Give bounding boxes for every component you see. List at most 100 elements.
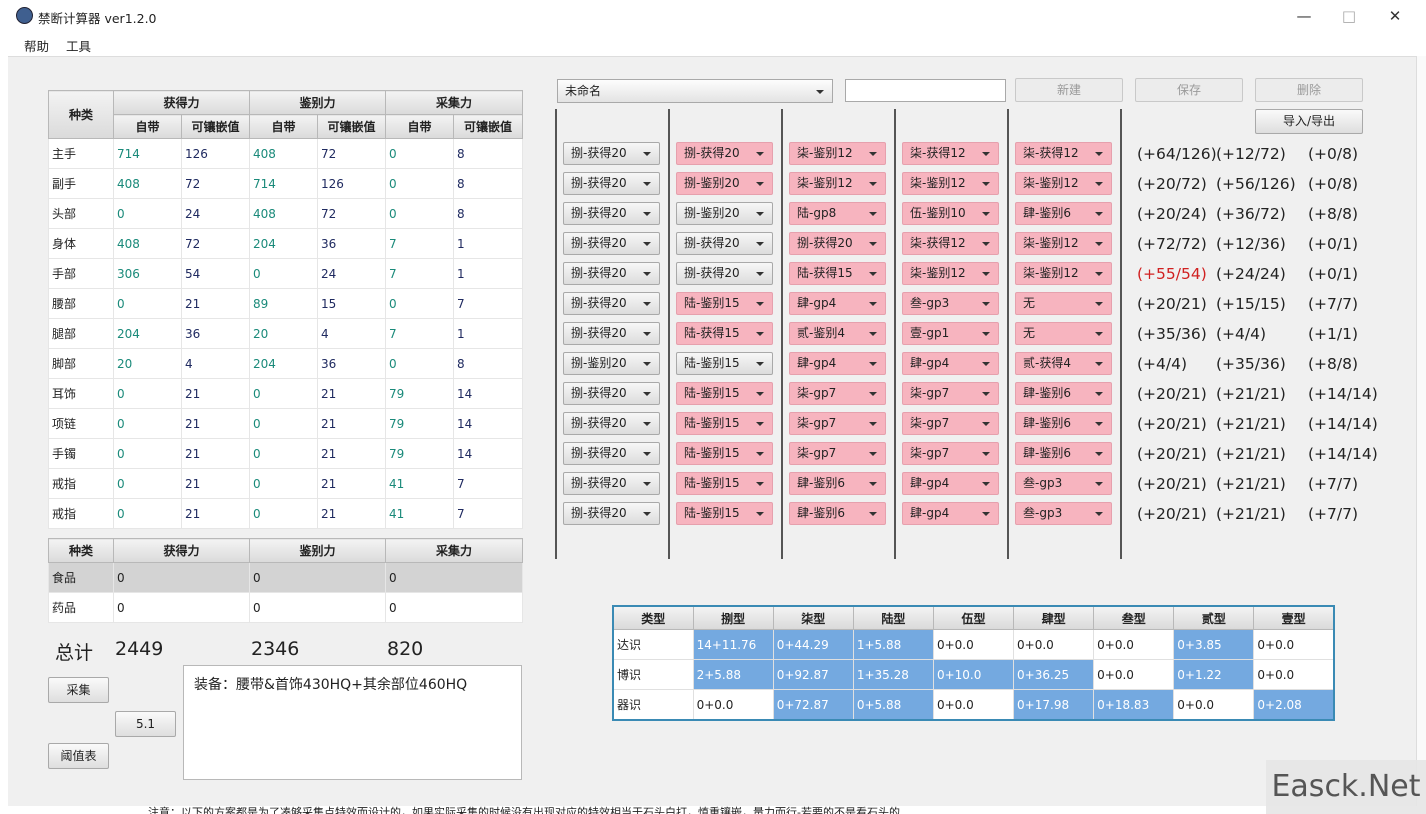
stat-cell[interactable]: 0 — [385, 562, 523, 593]
materia-select[interactable]: 叁-gp3 — [1015, 502, 1112, 525]
summary-cell[interactable]: 0+0.0 — [1093, 659, 1175, 690]
stat-cell[interactable]: 204 — [249, 228, 319, 259]
stat-cell[interactable]: 0 — [113, 288, 182, 319]
stat-cell[interactable]: 21 — [180, 438, 251, 469]
stat-cell[interactable]: 0 — [113, 438, 182, 469]
materia-select[interactable]: 贰-鉴别4 — [789, 322, 886, 345]
table-row[interactable]: 脚部 20 4 204 36 0 8 — [48, 348, 524, 379]
delete-button[interactable]: 删除 — [1255, 78, 1363, 102]
table-row[interactable]: 器识 0+0.0 0+72.87 0+5.88 0+0.0 0+17.98 0+18.83 0… — [612, 689, 1335, 721]
stat-cell[interactable]: 15 — [317, 288, 387, 319]
materia-select[interactable]: 无 — [1015, 322, 1112, 345]
stat-cell[interactable]: 408 — [113, 228, 182, 259]
stat-cell[interactable]: 0 — [113, 592, 250, 623]
stat-cell[interactable]: 0 — [113, 198, 182, 229]
gather-button[interactable]: 采集 — [48, 677, 109, 703]
stat-cell[interactable]: 7 — [385, 258, 455, 289]
summary-cell[interactable]: 0+92.87 — [772, 659, 854, 690]
preset-name-input[interactable] — [845, 79, 1006, 102]
materia-select[interactable]: 捌-获得20 — [563, 322, 660, 345]
materia-select[interactable]: 肆-gp4 — [902, 502, 999, 525]
maximize-button[interactable]: □ — [1337, 6, 1361, 26]
stat-cell[interactable]: 8 — [453, 138, 524, 169]
materia-select[interactable]: 肆-鉴别6 — [789, 472, 886, 495]
version-button[interactable]: 5.1 — [115, 711, 176, 737]
stat-cell[interactable]: 21 — [317, 408, 387, 439]
summary-cell[interactable]: 14+11.76 — [692, 629, 774, 660]
summary-cell[interactable]: 2+5.88 — [692, 659, 774, 690]
materia-select[interactable]: 捌-获得20 — [563, 502, 660, 525]
summary-cell[interactable]: 1+35.28 — [852, 659, 934, 690]
materia-select[interactable]: 陆-获得15 — [789, 262, 886, 285]
close-button[interactable]: ✕ — [1383, 6, 1407, 26]
stat-cell[interactable]: 72 — [317, 138, 387, 169]
stat-cell[interactable]: 126 — [317, 168, 387, 199]
stat-cell[interactable]: 21 — [317, 378, 387, 409]
materia-select[interactable]: 无 — [1015, 292, 1112, 315]
table-row[interactable]: 腰部 0 21 89 15 0 7 — [48, 288, 524, 319]
summary-cell[interactable]: 0+10.0 — [932, 659, 1015, 690]
stat-cell[interactable]: 1 — [453, 318, 524, 349]
stat-cell[interactable]: 0 — [249, 562, 386, 593]
stat-cell[interactable]: 0 — [385, 288, 455, 319]
stat-cell[interactable]: 204 — [113, 318, 182, 349]
materia-select[interactable]: 捌-获得20 — [563, 202, 660, 225]
materia-select[interactable]: 肆-gp4 — [789, 352, 886, 375]
materia-select[interactable]: 柒-获得12 — [1015, 142, 1112, 165]
materia-select[interactable]: 肆-gp4 — [789, 292, 886, 315]
stat-cell[interactable]: 7 — [453, 468, 524, 499]
note-textarea[interactable]: 装备：腰带&首饰430HQ+其余部位460HQ — [183, 665, 522, 780]
materia-select[interactable]: 捌-鉴别20 — [563, 352, 660, 375]
stat-cell[interactable]: 0 — [249, 468, 319, 499]
materia-select[interactable]: 陆-鉴别15 — [676, 472, 773, 495]
stat-cell[interactable]: 0 — [249, 592, 386, 623]
stat-cell[interactable]: 0 — [249, 378, 319, 409]
materia-select[interactable]: 捌-获得20 — [563, 472, 660, 495]
stat-cell[interactable]: 0 — [113, 378, 182, 409]
materia-select[interactable]: 捌-获得20 — [676, 142, 773, 165]
stat-cell[interactable]: 20 — [113, 348, 182, 379]
stat-cell[interactable]: 714 — [113, 138, 182, 169]
materia-select[interactable]: 叁-gp3 — [902, 292, 999, 315]
materia-select[interactable]: 陆-gp8 — [789, 202, 886, 225]
materia-select[interactable]: 柒-鉴别12 — [902, 172, 999, 195]
summary-cell[interactable]: 0+0.0 — [932, 689, 1015, 721]
menu-help[interactable]: 帮助 — [24, 36, 49, 55]
stat-cell[interactable]: 41 — [385, 498, 455, 529]
stat-cell[interactable]: 54 — [180, 258, 251, 289]
stat-cell[interactable]: 1 — [453, 258, 524, 289]
save-button[interactable]: 保存 — [1135, 78, 1243, 102]
stat-cell[interactable]: 0 — [113, 408, 182, 439]
summary-cell[interactable]: 0+0.0 — [1093, 629, 1175, 660]
materia-select[interactable]: 伍-鉴别10 — [902, 202, 999, 225]
materia-select[interactable]: 捌-鉴别20 — [676, 202, 773, 225]
materia-select[interactable]: 捌-鉴别20 — [676, 172, 773, 195]
materia-select[interactable]: 陆-鉴别15 — [676, 502, 773, 525]
stat-cell[interactable]: 21 — [180, 498, 251, 529]
materia-select[interactable]: 捌-获得20 — [563, 262, 660, 285]
table-row[interactable]: 戒指 0 21 0 21 41 7 — [48, 468, 524, 499]
stat-cell[interactable]: 0 — [385, 138, 455, 169]
stat-cell[interactable]: 0 — [249, 408, 319, 439]
summary-cell[interactable]: 0+0.0 — [1253, 659, 1335, 690]
stat-cell[interactable]: 7 — [385, 318, 455, 349]
materia-select[interactable]: 柒-获得12 — [902, 232, 999, 255]
table-row[interactable]: 头部 0 24 408 72 0 8 — [48, 198, 524, 229]
materia-select[interactable]: 柒-鉴别12 — [1015, 262, 1112, 285]
stat-cell[interactable]: 0 — [385, 592, 523, 623]
materia-select[interactable]: 陆-鉴别15 — [676, 412, 773, 435]
stat-cell[interactable]: 24 — [180, 198, 251, 229]
materia-select[interactable]: 壹-gp1 — [902, 322, 999, 345]
materia-select[interactable]: 柒-鉴别12 — [1015, 172, 1112, 195]
materia-select[interactable]: 柒-gp7 — [902, 442, 999, 465]
summary-cell[interactable]: 0+3.85 — [1173, 629, 1255, 660]
stat-cell[interactable]: 72 — [317, 198, 387, 229]
summary-cell[interactable]: 0+0.0 — [1013, 629, 1095, 660]
materia-select[interactable]: 肆-鉴别6 — [789, 502, 886, 525]
materia-select[interactable]: 柒-获得12 — [902, 142, 999, 165]
materia-select[interactable]: 陆-鉴别15 — [676, 352, 773, 375]
stat-cell[interactable]: 408 — [249, 198, 319, 229]
summary-cell[interactable]: 0+5.88 — [852, 689, 934, 721]
table-row[interactable]: 药品 0 0 0 — [48, 592, 523, 623]
stat-cell[interactable]: 126 — [180, 138, 251, 169]
